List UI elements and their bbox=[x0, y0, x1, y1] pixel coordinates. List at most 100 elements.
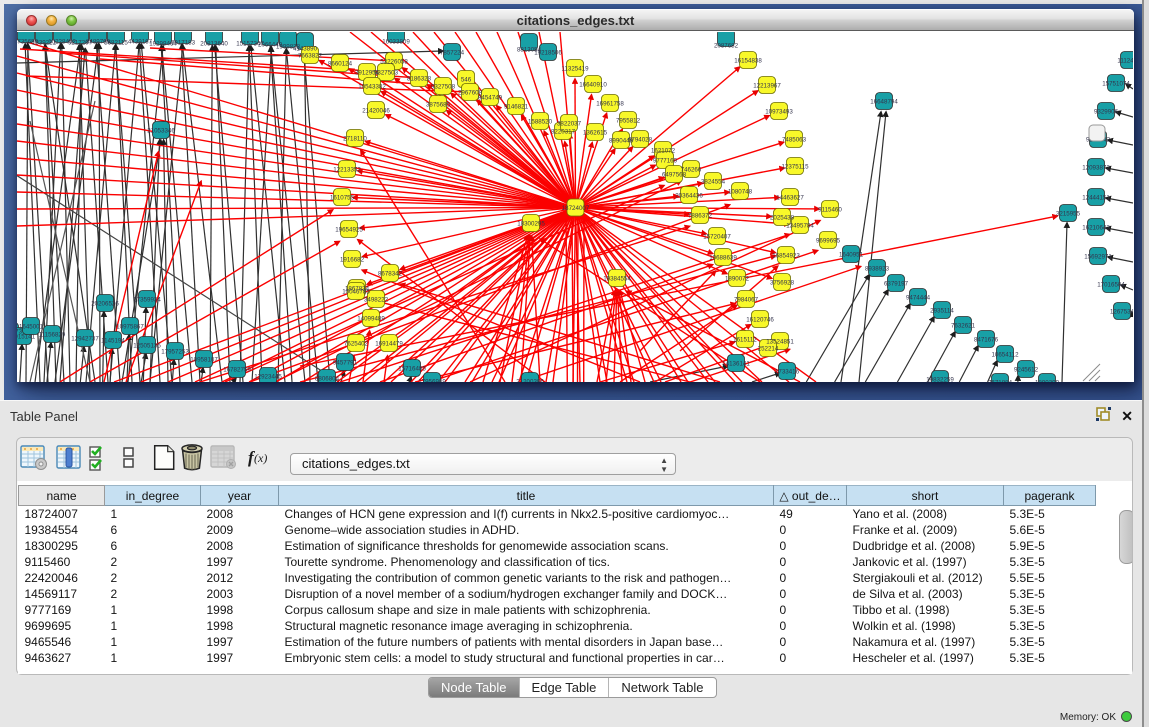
svg-text:12213967: 12213967 bbox=[753, 82, 781, 89]
svg-text:9699695: 9699695 bbox=[816, 237, 841, 244]
svg-text:18724007: 18724007 bbox=[562, 205, 590, 212]
svg-text:14136141: 14136141 bbox=[722, 360, 750, 367]
svg-text:5682115: 5682115 bbox=[104, 40, 128, 47]
svg-text:9327508: 9327508 bbox=[431, 83, 456, 90]
svg-text:11325419: 11325419 bbox=[561, 65, 589, 72]
svg-text:20813640: 20813640 bbox=[200, 41, 228, 48]
svg-text:15751074: 15751074 bbox=[1102, 80, 1130, 87]
svg-text:1610755: 1610755 bbox=[330, 194, 355, 201]
svg-text:1588520: 1588520 bbox=[528, 118, 553, 125]
svg-text:1733416: 1733416 bbox=[775, 368, 800, 375]
svg-text:8220317: 8220317 bbox=[551, 128, 576, 135]
svg-text:(x): (x) bbox=[254, 451, 267, 465]
svg-text:8678342: 8678342 bbox=[378, 270, 403, 277]
svg-text:9457791: 9457791 bbox=[333, 359, 358, 366]
svg-text:16648794: 16648794 bbox=[870, 98, 898, 105]
svg-text:11156829: 11156829 bbox=[39, 331, 66, 338]
svg-text:2718110: 2718110 bbox=[343, 135, 367, 142]
svg-text:2087682: 2087682 bbox=[714, 43, 739, 50]
svg-text:21200396: 21200396 bbox=[516, 378, 544, 382]
svg-text:3822037: 3822037 bbox=[557, 120, 582, 127]
svg-text:1645001: 1645001 bbox=[19, 323, 44, 330]
svg-text:1112480: 1112480 bbox=[1117, 57, 1133, 64]
svg-text:16210643: 16210643 bbox=[1082, 224, 1110, 231]
svg-text:8454749: 8454749 bbox=[478, 94, 503, 101]
svg-text:6794028: 6794028 bbox=[628, 136, 653, 143]
svg-text:3756928: 3756928 bbox=[770, 279, 795, 286]
svg-text:7671884: 7671884 bbox=[988, 379, 1013, 382]
svg-text:12923445: 12923445 bbox=[254, 373, 282, 380]
svg-text:17016504: 17016504 bbox=[1097, 281, 1125, 288]
svg-text:13495784: 13495784 bbox=[786, 222, 814, 229]
svg-text:1890399: 1890399 bbox=[1035, 379, 1060, 382]
svg-text:2025438: 2025438 bbox=[770, 214, 795, 221]
svg-text:7955812: 7955812 bbox=[616, 117, 641, 124]
svg-text:20206526: 20206526 bbox=[91, 300, 119, 307]
svg-text:16640910: 16640910 bbox=[579, 81, 607, 88]
svg-text:21053346: 21053346 bbox=[147, 127, 175, 134]
svg-text:12444151: 12444151 bbox=[1082, 194, 1110, 201]
svg-text:9777169: 9777169 bbox=[653, 157, 678, 164]
svg-text:17956909: 17956909 bbox=[418, 378, 446, 382]
svg-text:12505135: 12505135 bbox=[133, 342, 161, 349]
svg-text:12213352: 12213352 bbox=[333, 166, 361, 173]
svg-text:53226058: 53226058 bbox=[380, 58, 408, 65]
svg-text:16854923: 16854923 bbox=[772, 252, 800, 259]
svg-text:1621072: 1621072 bbox=[651, 147, 676, 154]
svg-text:10654112: 10654112 bbox=[991, 351, 1019, 358]
svg-text:1890072: 1890072 bbox=[725, 275, 750, 282]
svg-text:12093872: 12093872 bbox=[1082, 164, 1110, 171]
svg-text:7663822: 7663822 bbox=[298, 52, 323, 59]
svg-text:7632621: 7632621 bbox=[951, 322, 976, 329]
svg-text:3915141: 3915141 bbox=[17, 333, 36, 340]
svg-text:16120746: 16120746 bbox=[746, 316, 774, 323]
svg-text:16914479: 16914479 bbox=[375, 340, 403, 347]
svg-text:8660124: 8660124 bbox=[328, 60, 353, 67]
svg-text:9327503: 9327503 bbox=[374, 69, 399, 76]
svg-text:17359934: 17359934 bbox=[133, 296, 161, 303]
svg-text:8806804: 8806804 bbox=[315, 375, 340, 382]
svg-text:9474444: 9474444 bbox=[906, 294, 931, 301]
svg-text:19384554: 19384554 bbox=[603, 275, 631, 282]
svg-text:10543382: 10543382 bbox=[358, 83, 386, 90]
svg-text:746266: 746266 bbox=[681, 166, 702, 173]
svg-text:10973493: 10973493 bbox=[765, 108, 793, 115]
svg-text:19654925: 19654925 bbox=[335, 226, 363, 233]
svg-text:20364436: 20364436 bbox=[675, 192, 703, 199]
svg-text:10046785: 10046785 bbox=[342, 288, 370, 295]
svg-text:19832259: 19832259 bbox=[926, 376, 954, 382]
svg-text:16782759: 16782759 bbox=[223, 366, 251, 373]
svg-text:8186328: 8186328 bbox=[407, 75, 432, 82]
svg-text:3875685: 3875685 bbox=[426, 101, 451, 108]
svg-text:21420046: 21420046 bbox=[362, 107, 390, 114]
svg-text:16154838: 16154838 bbox=[734, 57, 762, 64]
svg-text:12942737: 12942737 bbox=[71, 335, 99, 342]
svg-text:7857224: 7857224 bbox=[440, 49, 465, 56]
svg-text:10688639: 10688639 bbox=[709, 254, 737, 261]
svg-text:7485063: 7485063 bbox=[782, 136, 807, 143]
svg-text:6379197: 6379197 bbox=[884, 280, 909, 287]
svg-text:15716485: 15716485 bbox=[398, 365, 426, 372]
svg-text:7984067: 7984067 bbox=[734, 296, 759, 303]
svg-text:1267534: 1267534 bbox=[1110, 308, 1133, 315]
svg-text:2935114: 2935114 bbox=[930, 307, 954, 314]
svg-text:7625402: 7625402 bbox=[344, 340, 369, 347]
svg-text:3824554: 3824554 bbox=[701, 178, 726, 185]
svg-text:19218506: 19218506 bbox=[534, 49, 562, 56]
svg-text:10975867: 10975867 bbox=[116, 323, 144, 330]
svg-text:14463627: 14463627 bbox=[776, 194, 804, 201]
svg-text:3917183: 3917183 bbox=[171, 40, 196, 47]
svg-text:1640951: 1640951 bbox=[839, 251, 864, 258]
svg-text:546: 546 bbox=[461, 76, 472, 83]
svg-text:16961758: 16961758 bbox=[596, 100, 624, 107]
svg-text:10958107: 10958107 bbox=[190, 356, 218, 363]
svg-text:9329906: 9329906 bbox=[1094, 108, 1119, 115]
svg-text:14099489: 14099489 bbox=[357, 315, 385, 322]
svg-text:9245612: 9245612 bbox=[1014, 366, 1039, 373]
svg-text:252214: 252214 bbox=[758, 345, 779, 352]
svg-text:12375115: 12375115 bbox=[781, 163, 809, 170]
svg-text:18300295: 18300295 bbox=[517, 220, 545, 227]
svg-text:1615112: 1615112 bbox=[733, 336, 757, 343]
svg-text:15692971: 15692971 bbox=[1084, 253, 1112, 260]
svg-text:1080748: 1080748 bbox=[728, 188, 753, 195]
